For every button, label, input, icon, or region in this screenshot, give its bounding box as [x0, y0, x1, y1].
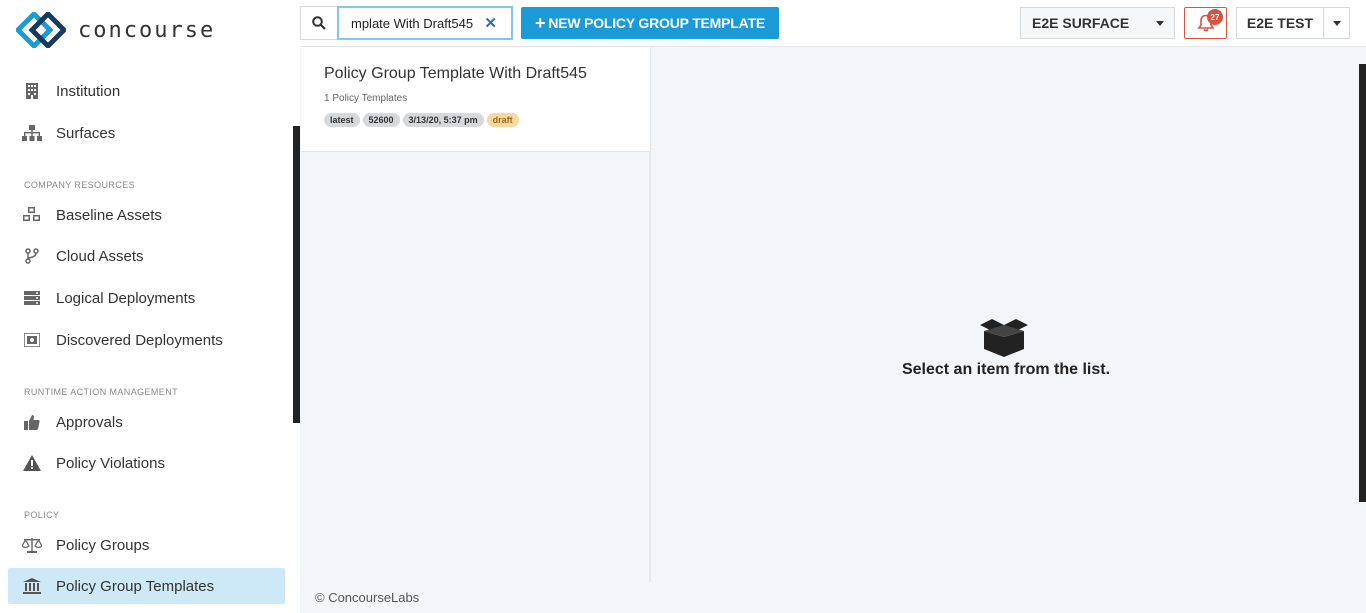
- warning-icon: [22, 453, 42, 473]
- search-icon: [312, 16, 326, 30]
- balance-scale-icon: [22, 535, 42, 555]
- sidebar-item-policy-group-templates[interactable]: Policy Group Templates: [8, 568, 285, 604]
- search-box: mplate With Draft545 ✕: [300, 6, 513, 40]
- detail-scrollbar[interactable]: [1359, 64, 1366, 502]
- template-list-panel: Policy Group Template With Draft545 1 Po…: [300, 47, 651, 582]
- list-item-tags: latest 52600 3/13/20, 5:37 pm draft: [324, 113, 650, 127]
- chevron-down-icon: [1156, 21, 1164, 26]
- institution-icon: [22, 576, 42, 596]
- sidebar-item-institution[interactable]: Institution: [8, 73, 285, 109]
- sidebar-item-label: Cloud Assets: [56, 247, 144, 265]
- sitemap-icon: [22, 123, 42, 143]
- user-menu-button[interactable]: E2E TEST: [1236, 7, 1324, 39]
- sidebar-item-approvals[interactable]: Approvals: [8, 404, 285, 440]
- sidebar-item-label: Policy Violations: [56, 454, 165, 472]
- detail-empty-state: Select an item from the list.: [653, 47, 1359, 582]
- sidebar-item-label: Surfaces: [56, 124, 116, 142]
- sidebar: concourse Institution Surfaces COMPANY R…: [0, 0, 300, 613]
- thumbs-up-icon: [22, 412, 42, 432]
- cubes-icon: [22, 205, 42, 225]
- sidebar-scrollbar[interactable]: [293, 126, 300, 423]
- empty-state-message: Select an item from the list.: [901, 361, 1111, 378]
- sidebar-item-label: Policy Group Templates: [56, 577, 215, 595]
- tag-timestamp: 3/13/20, 5:37 pm: [402, 113, 484, 127]
- notifications-button[interactable]: 27: [1184, 7, 1227, 39]
- sidebar-item-baseline-assets[interactable]: Baseline Assets: [8, 197, 285, 233]
- sidebar-item-logical-deployments[interactable]: Logical Deployments: [8, 280, 285, 316]
- sidebar-item-label: Logical Deployments: [56, 289, 196, 307]
- sidebar-item-label: Institution: [56, 82, 121, 100]
- sidebar-item-policy-violations[interactable]: Policy Violations: [8, 445, 285, 481]
- list-item[interactable]: Policy Group Template With Draft545 1 Po…: [301, 47, 650, 152]
- concourse-logo-icon: [16, 12, 66, 48]
- sidebar-item-discovered-deployments[interactable]: Discovered Deployments: [8, 322, 285, 358]
- user-name: E2E TEST: [1246, 15, 1314, 31]
- notification-count-badge: 27: [1207, 9, 1223, 25]
- plus-icon: +: [535, 13, 546, 33]
- list-item-subtitle: 1 Policy Templates: [324, 93, 408, 104]
- tag-draft: draft: [486, 113, 519, 127]
- search-input[interactable]: mplate With Draft545 ✕: [337, 6, 513, 40]
- search-input-value: mplate With Draft545: [351, 15, 474, 31]
- branch-icon: [22, 246, 42, 266]
- top-toolbar: mplate With Draft545 ✕ + NEW POLICY GROU…: [300, 0, 1366, 47]
- list-item-title: Policy Group Template With Draft545: [324, 65, 587, 82]
- search-button[interactable]: [300, 6, 337, 40]
- sidebar-item-surfaces[interactable]: Surfaces: [8, 115, 285, 151]
- sidebar-item-label: Baseline Assets: [56, 206, 162, 224]
- sidebar-item-label: Discovered Deployments: [56, 331, 223, 349]
- section-runtime-action-management: RUNTIME ACTION MANAGEMENT: [24, 387, 179, 397]
- building-icon: [22, 81, 42, 101]
- sidebar-item-cloud-assets[interactable]: Cloud Assets: [8, 238, 285, 274]
- section-policy: POLICY: [24, 510, 60, 520]
- surface-select[interactable]: E2E SURFACE: [1020, 7, 1175, 39]
- footer-copyright: © ConcourseLabs: [315, 590, 420, 605]
- server-icon: [22, 288, 42, 308]
- surface-select-value: E2E SURFACE: [1032, 15, 1130, 31]
- new-policy-group-template-button[interactable]: + NEW POLICY GROUP TEMPLATE: [521, 7, 779, 39]
- new-button-label: NEW POLICY GROUP TEMPLATE: [548, 15, 765, 31]
- user-menu-dropdown-toggle[interactable]: [1323, 7, 1350, 39]
- open-box-icon: [980, 319, 1028, 357]
- concourse-logo[interactable]: concourse: [16, 12, 215, 48]
- sidebar-item-policy-groups[interactable]: Policy Groups: [8, 527, 285, 563]
- sidebar-item-label: Policy Groups: [56, 536, 150, 554]
- sidebar-item-label: Approvals: [56, 413, 123, 431]
- section-company-resources: COMPANY RESOURCES: [24, 180, 135, 190]
- chevron-down-icon: [1333, 21, 1341, 26]
- brand-name: concourse: [78, 17, 216, 43]
- scan-icon: [22, 330, 42, 350]
- clear-search-icon[interactable]: ✕: [484, 14, 497, 32]
- tag-latest: latest: [324, 113, 360, 127]
- tag-id: 52600: [362, 113, 400, 127]
